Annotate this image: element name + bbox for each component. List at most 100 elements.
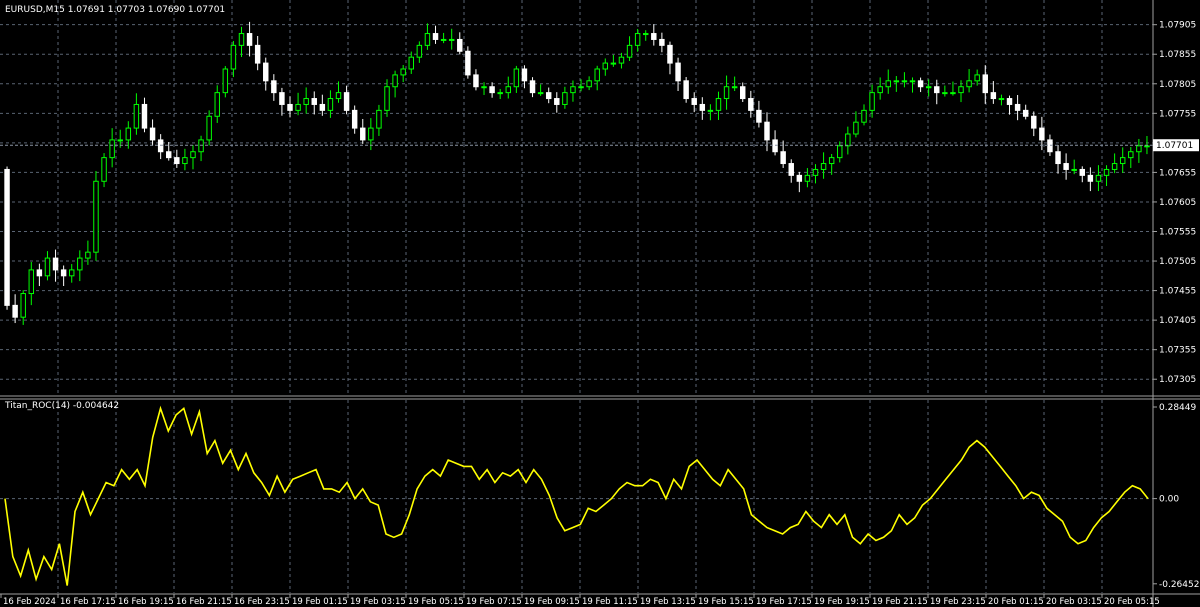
candle-body [877, 86, 883, 94]
candle-body [740, 86, 746, 100]
candle-body [659, 38, 665, 46]
time-tick-label: 16 Feb 21:15 [176, 597, 232, 607]
price-tick-label: 1.07305 [1159, 375, 1196, 385]
candle-body [1119, 157, 1126, 165]
candle-body [222, 68, 229, 94]
candle-body [52, 257, 59, 271]
candle-body [166, 151, 172, 159]
time-tick-label: 16 Feb 19:15 [118, 597, 174, 607]
candle-body [44, 257, 51, 277]
indicator-header: Titan_ROC(14) -0.004642 [4, 401, 119, 411]
candle-body [335, 92, 342, 100]
candle-body [319, 103, 326, 111]
candle-body [764, 121, 770, 141]
candle-body [917, 80, 924, 88]
candle-body [424, 33, 431, 46]
candle-body [1136, 145, 1142, 153]
candle-body [214, 92, 220, 117]
candle-body [545, 92, 552, 100]
candle-body [400, 68, 406, 76]
candle-body [715, 98, 722, 111]
candle-body [368, 127, 374, 141]
candle-body [343, 92, 350, 111]
candle-body [432, 33, 439, 40]
candle-body [586, 80, 592, 88]
candle-body [642, 33, 649, 36]
candle-body [780, 151, 786, 165]
candle-body [68, 269, 75, 277]
time-tick-label: 16 Feb 23:15 [234, 597, 290, 607]
candle-body [925, 86, 932, 89]
candle-body [942, 92, 948, 95]
candle-body [675, 62, 681, 82]
candle-body [529, 80, 536, 94]
candle-body [982, 74, 988, 94]
candle-body [634, 33, 641, 46]
price-tick-label: 1.07805 [1159, 80, 1196, 90]
candle-body [707, 109, 714, 112]
candle-body [796, 174, 803, 182]
candle-body [489, 86, 495, 94]
candle-body [594, 68, 600, 82]
candle-body [408, 56, 414, 70]
candle-body [20, 293, 26, 318]
candle-body [885, 80, 891, 88]
candle-body [748, 98, 754, 111]
time-tick-label: 19 Feb 15:15 [698, 597, 754, 607]
candle-body [1063, 163, 1069, 170]
candle-body [1039, 127, 1045, 141]
current-price-label: 1.07701 [1153, 139, 1199, 152]
candle-body [12, 304, 18, 318]
candle-body [554, 98, 560, 105]
candle-body [788, 163, 794, 176]
candle-body [416, 44, 423, 58]
candle-body [1087, 174, 1094, 182]
candle-body [311, 98, 317, 105]
candle-body [1128, 151, 1134, 159]
candle-body [1144, 145, 1150, 148]
candle-body [1022, 109, 1029, 117]
candle-body [133, 103, 140, 129]
candle-body [327, 98, 334, 111]
candle-body [101, 157, 107, 182]
candle-body [238, 33, 245, 46]
candle-body [157, 139, 164, 153]
candle-body [448, 38, 455, 41]
time-tick-label: 19 Feb 13:15 [640, 597, 696, 607]
candle-body [804, 174, 811, 182]
candle-body [1079, 168, 1086, 176]
candle-body [141, 103, 148, 129]
candle-body [610, 62, 617, 65]
candle-body [60, 269, 67, 277]
candle-body [893, 80, 900, 83]
candle-body [271, 80, 277, 94]
candle-body [683, 80, 689, 100]
candle-body [497, 92, 503, 95]
candle-body [28, 269, 35, 295]
candle-body [901, 80, 908, 83]
time-tick-label: 19 Feb 07:15 [466, 597, 522, 607]
candle-body [149, 127, 156, 141]
candle-body [626, 44, 633, 58]
price-tick-label: 1.07905 [1159, 21, 1196, 31]
candle-body [1014, 103, 1021, 111]
indicator-tick-label: 0.00 [1159, 495, 1179, 505]
candle-body [562, 92, 568, 105]
candle-body [85, 251, 91, 259]
candle-body [723, 86, 730, 100]
candle-body [246, 33, 253, 46]
candle-body [958, 86, 964, 94]
candle-body [473, 74, 479, 88]
candle-body [699, 103, 706, 111]
candle-body [384, 86, 390, 111]
candle-body [909, 80, 916, 83]
price-tick-label: 1.07455 [1159, 287, 1196, 297]
price-tick-label: 1.07655 [1159, 168, 1196, 178]
chart-background [0, 0, 1200, 607]
candle-body [182, 157, 188, 165]
candle-body [36, 269, 43, 277]
candle-body [756, 109, 762, 123]
time-tick-label: 16 Feb 2024 [3, 597, 56, 607]
candle-body [1047, 139, 1053, 153]
indicator-tick-label: 0.28449 [1159, 403, 1196, 413]
